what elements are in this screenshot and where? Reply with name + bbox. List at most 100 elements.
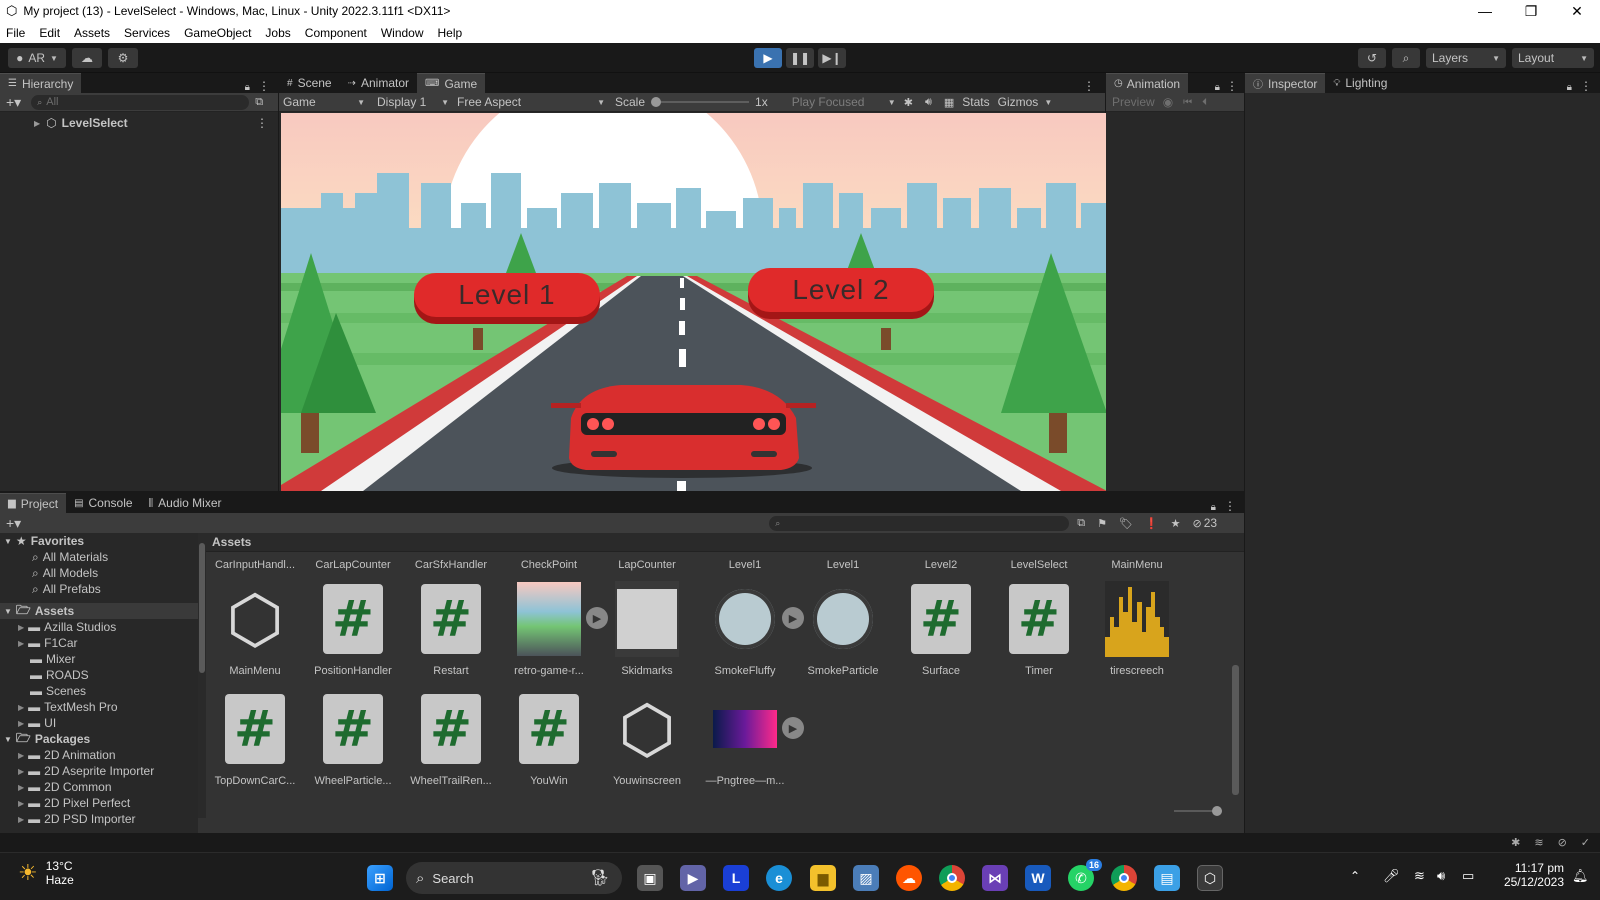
- menu-gameobject[interactable]: GameObject: [184, 26, 251, 40]
- notification-bell-icon[interactable]: 🔔︎: [1572, 868, 1589, 884]
- bug-icon[interactable]: ✱: [904, 96, 913, 109]
- skip-start-icon[interactable]: ⏮: [1183, 97, 1192, 108]
- tree-item-all-models[interactable]: ⌕ All Models: [0, 565, 198, 581]
- tree-item-all-materials[interactable]: ⌕ All Materials: [0, 549, 198, 565]
- layout-dropdown[interactable]: Layout ▼: [1512, 48, 1594, 68]
- asset-label[interactable]: LapCounter: [598, 559, 696, 571]
- asset-item[interactable]: # Surface: [892, 581, 990, 677]
- photos-icon[interactable]: ▨: [853, 865, 879, 891]
- menu-jobs[interactable]: Jobs: [265, 26, 290, 40]
- expand-arrow-icon[interactable]: ▼: [4, 607, 12, 616]
- aspect-dropdown[interactable]: Free Aspect ▼: [453, 93, 609, 111]
- battery-icon[interactable]: ▭: [1462, 868, 1474, 884]
- chrome-profile-icon[interactable]: [1111, 865, 1137, 891]
- tree-package[interactable]: ▶ ▬ 2D Pixel Perfect: [0, 795, 198, 811]
- search-scope-icon[interactable]: ⧉: [1077, 517, 1085, 530]
- tree-folder[interactable]: ▶ ▬ Azilla Studios: [0, 619, 198, 635]
- debug-icon[interactable]: ✱: [1511, 836, 1520, 849]
- level-2-button[interactable]: Level 2: [748, 268, 934, 312]
- tree-folder[interactable]: ▶ ▬ F1Car: [0, 635, 198, 651]
- hierarchy-root-item[interactable]: ▶ ⬡ LevelSelect ⋮: [0, 115, 278, 131]
- menu-services[interactable]: Services: [124, 26, 170, 40]
- taskbar-search-box[interactable]: ⌕ Search 🐕︎: [406, 862, 622, 894]
- asset-label[interactable]: MainMenu: [1088, 559, 1186, 571]
- asset-grid-scrollbar[interactable]: [1232, 555, 1241, 795]
- menu-file[interactable]: File: [6, 26, 25, 40]
- maximize-button[interactable]: ❐: [1508, 0, 1554, 22]
- lock-icon[interactable]: 🔒︎: [1215, 82, 1220, 93]
- more-options-icon[interactable]: ⋮: [258, 79, 270, 93]
- tree-folder[interactable]: ▬ Mixer: [0, 651, 198, 667]
- tab-scene[interactable]: # Scene: [279, 73, 340, 93]
- more-options-icon[interactable]: ⋮: [256, 116, 268, 130]
- thumbnail-size-slider-handle[interactable]: [1212, 806, 1222, 816]
- expand-arrow-icon[interactable]: ▼: [4, 735, 12, 744]
- asset-item[interactable]: SmokeFluffy ▶: [696, 581, 804, 677]
- expand-arrow-icon[interactable]: ▶: [18, 719, 24, 728]
- menu-edit[interactable]: Edit: [39, 26, 60, 40]
- hierarchy-search-input[interactable]: ⌕ All: [31, 94, 250, 110]
- game-view-render[interactable]: Level 1 Level 2: [281, 113, 1107, 491]
- asset-item[interactable]: # WheelParticle...: [304, 691, 402, 787]
- asset-item[interactable]: ⬡ MainMenu: [206, 581, 304, 677]
- asset-item[interactable]: # YouWin: [500, 691, 598, 787]
- unity-hub-icon[interactable]: ⬡: [1197, 865, 1223, 891]
- more-options-icon[interactable]: ⋮: [1224, 499, 1236, 513]
- asset-label[interactable]: CheckPoint: [500, 559, 598, 571]
- tree-folder[interactable]: ▬ Scenes: [0, 683, 198, 699]
- asset-label[interactable]: Level1: [696, 559, 794, 571]
- teams-icon[interactable]: ▶: [680, 865, 706, 891]
- project-search-input[interactable]: ⌕: [769, 515, 1070, 531]
- collab-button[interactable]: ⚙: [108, 48, 138, 68]
- expand-arrow-icon[interactable]: ▼: [4, 537, 12, 546]
- microphone-icon[interactable]: 🎤︎: [1383, 868, 1400, 884]
- asset-grid-scrollbar-thumb[interactable]: [1232, 665, 1239, 795]
- tab-lighting[interactable]: 💡︎ Lighting: [1325, 73, 1395, 93]
- tab-hierarchy[interactable]: ☰ Hierarchy: [0, 73, 82, 93]
- expand-arrow-icon[interactable]: ▶: [18, 751, 24, 760]
- tree-package[interactable]: ▶ ▬ 2D Common: [0, 779, 198, 795]
- create-button[interactable]: +▾: [6, 515, 21, 532]
- more-options-icon[interactable]: ⋮: [1580, 79, 1592, 93]
- expand-arrow-icon[interactable]: ▶: [18, 799, 24, 808]
- audio-icon[interactable]: 🔊︎: [925, 96, 932, 109]
- asset-item[interactable]: # TopDownCarC...: [206, 691, 304, 787]
- thumbnail-size-slider[interactable]: [1174, 806, 1222, 816]
- windows-start-button[interactable]: ⊞: [367, 865, 393, 891]
- expand-arrow-icon[interactable]: ▶: [18, 703, 24, 712]
- stack-icon[interactable]: ≋: [1534, 836, 1543, 849]
- weather-widget[interactable]: ☀ 13°C Haze: [18, 859, 74, 887]
- filter-label-icon[interactable]: 🏷︎: [1119, 517, 1133, 530]
- scale-slider[interactable]: [651, 97, 750, 107]
- expand-arrow-icon[interactable]: ▶: [18, 815, 24, 824]
- packages-header[interactable]: ▼ 🗁 Packages: [0, 731, 198, 747]
- asset-item[interactable]: tirescreech: [1088, 581, 1186, 677]
- show-hidden-icons-chevron[interactable]: ⌃: [1350, 869, 1360, 883]
- expand-arrow-icon[interactable]: ▶: [18, 767, 24, 776]
- asset-label[interactable]: CarSfxHandler: [402, 559, 500, 571]
- create-button[interactable]: +▾: [6, 94, 21, 111]
- assets-header[interactable]: ▼ 🗁 Assets: [0, 603, 198, 619]
- display-dropdown[interactable]: Display 1 ▼: [373, 93, 453, 111]
- expand-arrow-icon[interactable]: ▶: [18, 623, 24, 632]
- menu-assets[interactable]: Assets: [74, 26, 110, 40]
- tree-folder[interactable]: ▶ ▬ TextMesh Pro: [0, 699, 198, 715]
- asset-item[interactable]: Skidmarks: [598, 581, 696, 677]
- asset-item[interactable]: retro-game-r... ▶: [500, 581, 608, 677]
- minimize-button[interactable]: —: [1462, 0, 1508, 22]
- preview-button[interactable]: Preview: [1112, 95, 1155, 109]
- asset-item[interactable]: # Timer: [990, 581, 1088, 677]
- lock-icon[interactable]: 🔒︎: [1567, 82, 1572, 93]
- asset-label[interactable]: Level2: [892, 559, 990, 571]
- tab-inspector[interactable]: ⓘ Inspector: [1245, 73, 1326, 93]
- step-button[interactable]: ▶❙: [818, 48, 846, 68]
- expand-preview-button[interactable]: ▶: [782, 717, 804, 739]
- tree-package[interactable]: ▶ ▬ 2D PSD Importer: [0, 811, 198, 827]
- asset-item[interactable]: SmokeParticle: [794, 581, 892, 677]
- lock-icon[interactable]: 🔒︎: [1211, 502, 1216, 513]
- scale-slider-handle[interactable]: [651, 97, 662, 107]
- close-button[interactable]: ✕: [1554, 0, 1600, 22]
- asset-item[interactable]: # PositionHandler: [304, 581, 402, 677]
- soundcloud-icon[interactable]: ☁: [896, 865, 922, 891]
- expand-arrow-icon[interactable]: ▶: [34, 119, 40, 128]
